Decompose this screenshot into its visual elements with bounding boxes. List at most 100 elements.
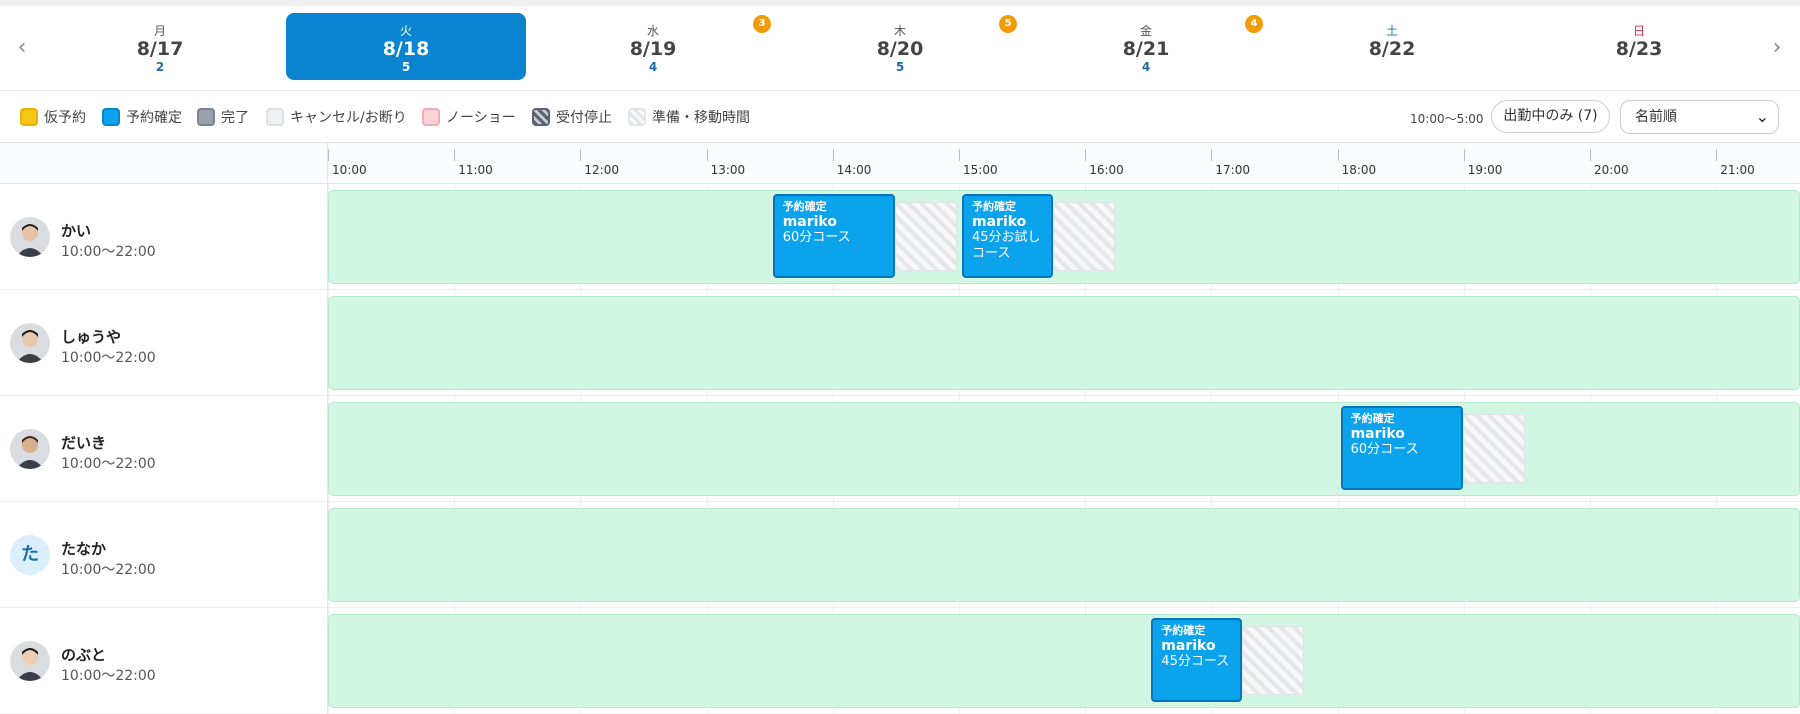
legend-completed: 完了 — [197, 108, 249, 128]
staff-row: たたなか 10:00〜22:00 — [0, 502, 1800, 608]
time-label: 15:00 — [963, 163, 998, 177]
day-tab-wed[interactable]: 水 8/19 4 — [533, 13, 773, 80]
staff-row: しゅうや 10:00〜22:00 — [0, 290, 1800, 396]
on-duty-filter-button[interactable]: 出勤中のみ (7) — [1491, 100, 1610, 133]
booking-client: mariko — [972, 214, 1027, 230]
booking-client: mariko — [782, 214, 837, 230]
swatch-icon — [532, 108, 550, 126]
business-hours: 10:00〜5:00 — [1410, 112, 1484, 126]
booking-block[interactable]: 予約確定 mariko 45分お試し コース — [962, 194, 1053, 278]
notification-badge: 5 — [999, 15, 1017, 33]
staff-hours: 10:00〜22:00 — [61, 244, 156, 260]
day-count: 5 — [895, 60, 905, 74]
notification-badge: 3 — [753, 15, 771, 33]
booking-status: 予約確定 — [1350, 412, 1395, 425]
legend-label: 完了 — [221, 110, 249, 126]
tick-mark — [1085, 149, 1087, 161]
avatar — [10, 323, 50, 363]
tick-mark — [1716, 149, 1718, 161]
tick-mark — [1590, 149, 1591, 161]
sort-select[interactable]: 名前順 ⌄ — [1620, 100, 1779, 134]
staff-row: かい 10:00〜22:00 予約確定 mariko 60分コース 予約確定 mariko 4… — [0, 184, 1800, 290]
staff-name: たなか — [61, 540, 107, 558]
staff-cell[interactable]: のぶと 10:00〜22:00 — [0, 608, 328, 714]
day-date: 8/21 — [1122, 38, 1170, 60]
staff-cell[interactable]: しゅうや 10:00〜22:00 — [0, 290, 328, 396]
tick-mark — [832, 149, 834, 161]
staff-row: だいき 10:00〜22:00 予約確定 mariko 60分コース — [0, 396, 1800, 502]
avatar — [10, 217, 50, 257]
tick-mark — [959, 149, 960, 161]
staff-timeline: 予約確定 mariko 45分コース — [328, 608, 1800, 714]
time-label: 12:00 — [584, 163, 619, 177]
notification-badge: 4 — [1245, 15, 1263, 33]
booking-course: 45分お試し — [972, 230, 1041, 245]
day-date: 8/22 — [1368, 38, 1416, 60]
staff-timeline: 予約確定 mariko 60分コース 予約確定 mariko 45分お試し コース — [328, 184, 1800, 290]
day-of-week: 日 — [1632, 24, 1645, 38]
prep-time-block — [1462, 414, 1525, 483]
legend-cancelled: キャンセル/お断り — [266, 108, 407, 128]
staff-hours: 10:00〜22:00 — [61, 668, 156, 684]
booking-block[interactable]: 予約確定 mariko 60分コース — [1340, 406, 1463, 490]
booking-status: 予約確定 — [782, 200, 827, 213]
staff-timeline — [328, 502, 1800, 608]
swatch-icon — [628, 108, 646, 126]
booking-course: 60分コース — [1350, 442, 1419, 457]
swatch-icon — [197, 108, 215, 126]
day-tab-sat[interactable]: 土 8/22 — [1272, 13, 1512, 80]
booking-block[interactable]: 予約確定 mariko 60分コース — [772, 194, 895, 278]
legend-label: キャンセル/お断り — [290, 110, 407, 126]
tick-mark — [706, 149, 708, 161]
legend-confirmed: 予約確定 — [102, 108, 182, 128]
day-tab-tue[interactable]: 火 8/18 5 — [286, 13, 526, 80]
booking-course: 60分コース — [782, 230, 851, 245]
day-date: 8/19 — [629, 38, 677, 60]
legend-stopped: 受付停止 — [532, 108, 612, 128]
day-of-week: 月 — [153, 24, 166, 38]
staff-row: のぶと 10:00〜22:00 予約確定 mariko 45分コース — [0, 608, 1800, 714]
staff-hours: 10:00〜22:00 — [61, 350, 156, 366]
available-slot[interactable] — [328, 402, 1800, 496]
time-label: 20:00 — [1594, 163, 1629, 177]
time-label: 14:00 — [836, 163, 872, 177]
swatch-icon — [266, 108, 284, 126]
booking-block[interactable]: 予約確定 mariko 45分コース — [1151, 618, 1242, 702]
legend-label: 受付停止 — [556, 110, 612, 126]
staff-cell[interactable]: たたなか 10:00〜22:00 — [0, 502, 328, 608]
tick-mark — [580, 149, 582, 161]
tick-mark — [1463, 149, 1465, 161]
prep-time-block — [894, 202, 957, 271]
time-header: 10:00 11:00 12:00 13:00 14:00 15:00 16:00 17:00… — [0, 143, 1800, 184]
tick-mark — [1337, 149, 1339, 161]
staff-cell[interactable]: だいき 10:00〜22:00 — [0, 396, 328, 502]
day-tab-thu[interactable]: 木 8/20 5 — [780, 13, 1020, 80]
time-label: 21:00 — [1720, 163, 1755, 177]
time-label: 17:00 — [1215, 163, 1250, 177]
staff-cell[interactable]: かい 10:00〜22:00 — [0, 184, 328, 290]
legend-prep: 準備・移動時間 — [628, 108, 750, 128]
available-slot[interactable] — [328, 296, 1800, 390]
tick-mark — [328, 149, 329, 161]
chevron-left-icon[interactable]: ‹ — [10, 36, 34, 60]
day-tab-mon[interactable]: 月 8/17 2 — [40, 13, 280, 80]
tick-mark — [454, 149, 456, 161]
legend-tentative: 仮予約 — [20, 108, 86, 128]
day-date: 8/18 — [382, 38, 430, 60]
available-slot[interactable] — [328, 508, 1800, 602]
staff-name: だいき — [61, 434, 107, 452]
available-slot[interactable] — [328, 614, 1800, 708]
legend-label: ノーショー — [446, 110, 516, 126]
staff-name: かい — [61, 222, 92, 240]
day-of-week: 火 — [399, 24, 412, 38]
day-count: 5 — [401, 60, 411, 74]
day-tab-fri[interactable]: 金 8/21 4 — [1026, 13, 1266, 80]
day-tab-sun[interactable]: 日 8/23 — [1519, 13, 1759, 80]
prep-time-block — [1241, 626, 1305, 695]
prep-time-block — [1052, 202, 1115, 271]
day-of-week: 土 — [1385, 24, 1398, 38]
swatch-icon — [102, 108, 120, 126]
chevron-right-icon[interactable]: › — [1765, 36, 1789, 60]
day-of-week: 水 — [646, 24, 659, 38]
day-date: 8/23 — [1615, 38, 1663, 60]
